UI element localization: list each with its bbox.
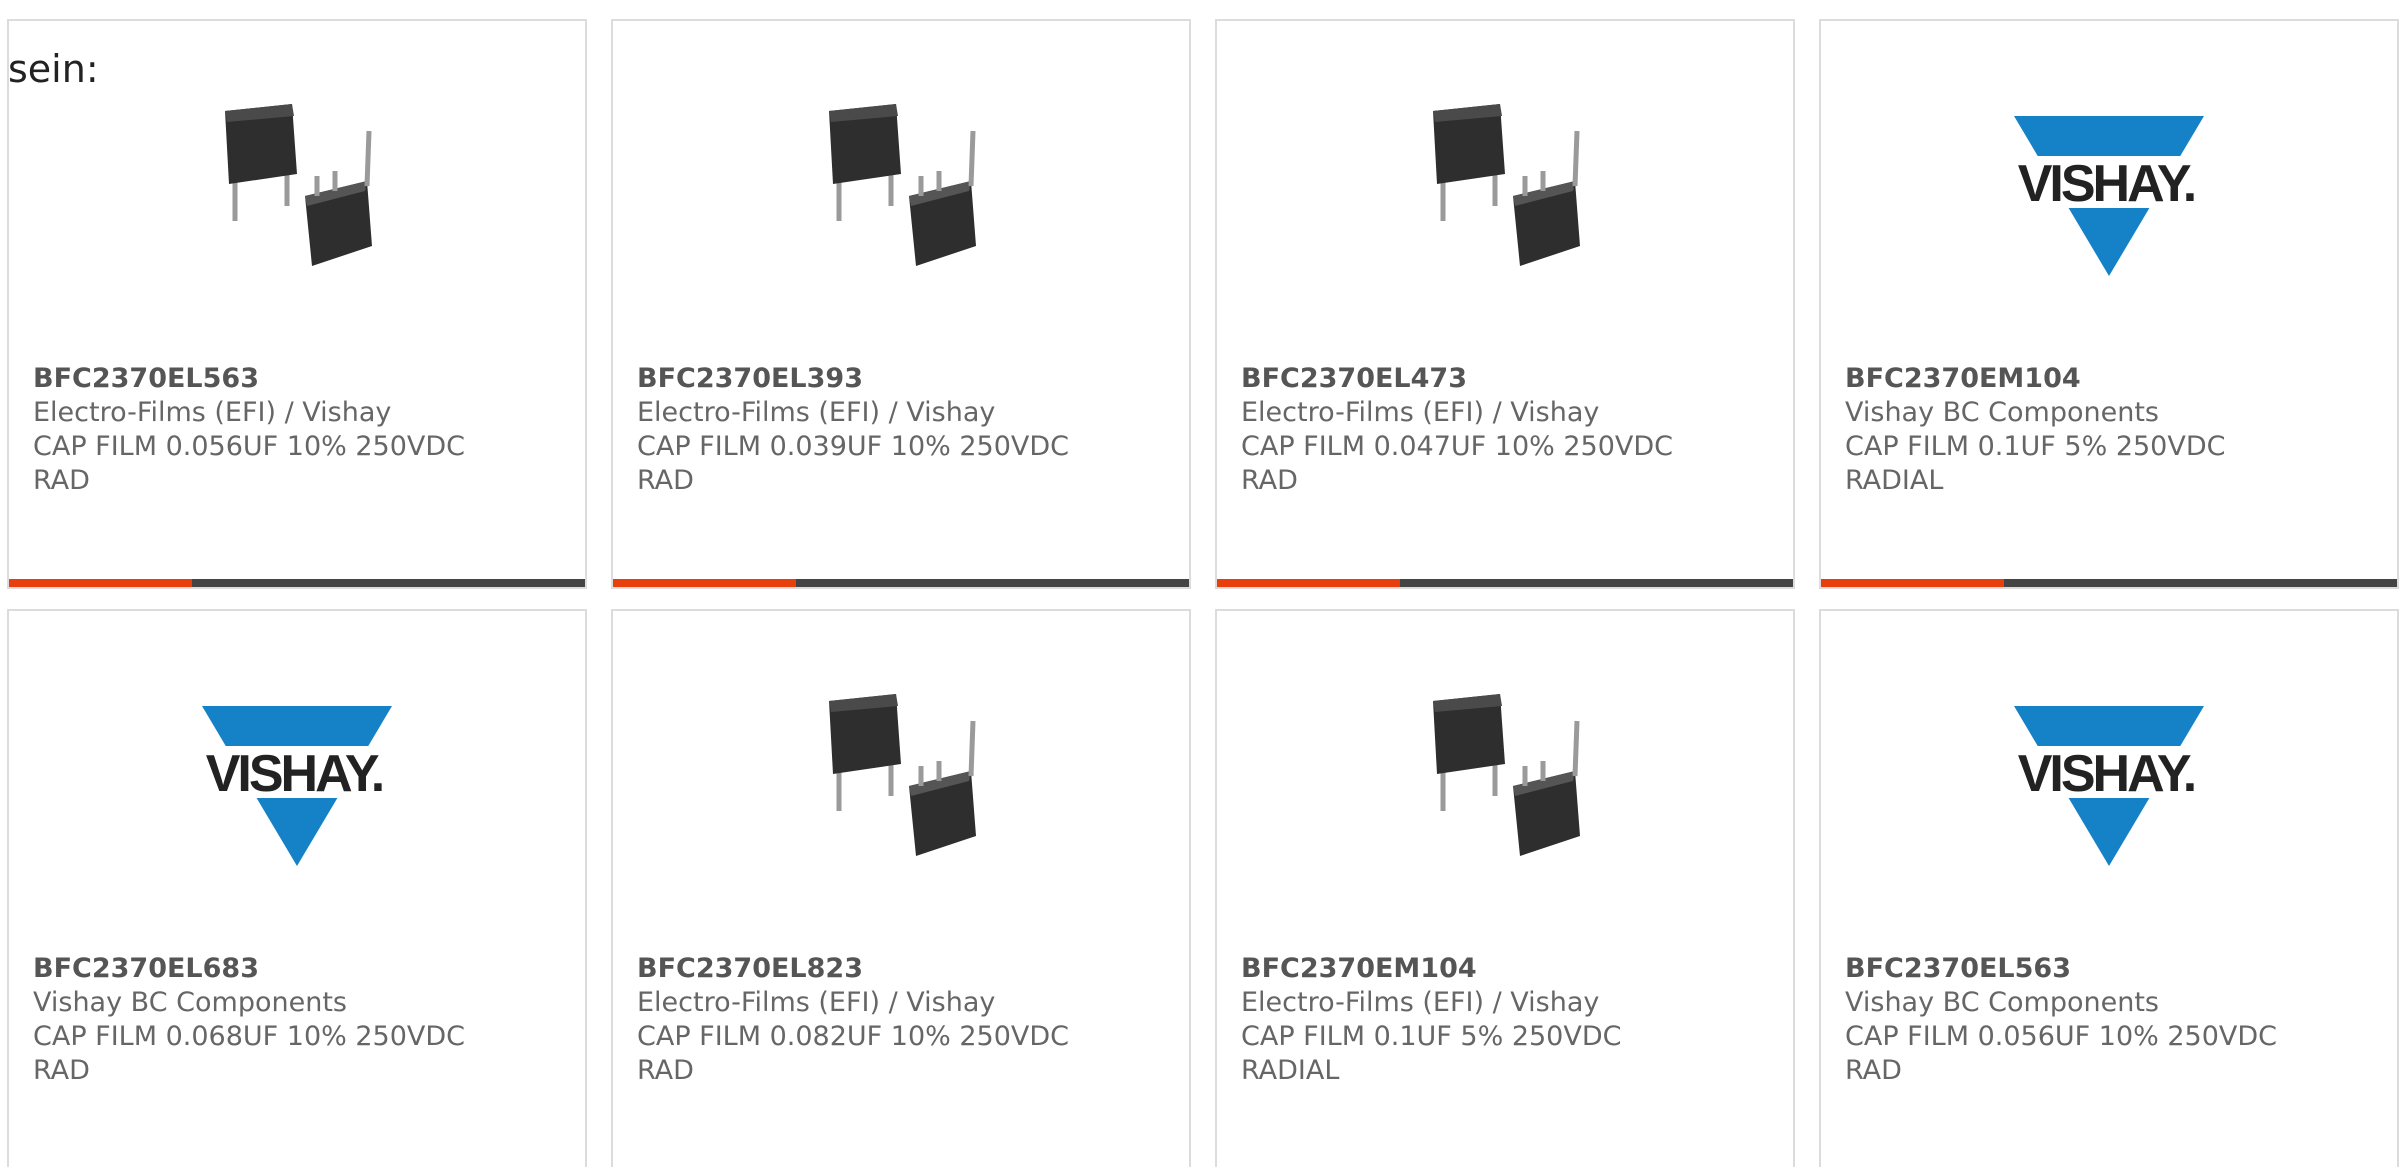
manufacturer: Electro-Films (EFI) / Vishay bbox=[637, 397, 996, 428]
description: CAP FILM 0.1UF 5% 250VDC bbox=[1241, 1021, 1622, 1052]
card-accent-bar bbox=[1217, 579, 1400, 587]
part-number[interactable]: BFC2370EL393 bbox=[637, 362, 1157, 396]
part-number[interactable]: BFC2370EL563 bbox=[1845, 952, 2365, 986]
description: CAP FILM 0.047UF 10% 250VDC bbox=[1241, 431, 1674, 462]
capacitor-image bbox=[796, 681, 1006, 891]
capacitor-image bbox=[1400, 91, 1610, 301]
card-accent-bar bbox=[613, 579, 796, 587]
manufacturer: Vishay BC Components bbox=[1845, 397, 2159, 428]
capacitor-image bbox=[1400, 681, 1610, 891]
package: RAD bbox=[1845, 1055, 1902, 1086]
vishay-logo-text: VISHAY. bbox=[2018, 155, 2195, 213]
package: RAD bbox=[33, 465, 90, 496]
product-info: BFC2370EL823 Electro-Films (EFI) / Visha… bbox=[637, 952, 1157, 1088]
card-bottom-bar bbox=[1217, 579, 1793, 587]
product-info: BFC2370EL683 Vishay BC Components CAP FI… bbox=[33, 952, 553, 1088]
product-card[interactable]: BFC2370EL563 Electro-Films (EFI) / Visha… bbox=[7, 19, 587, 589]
product-info: BFC2370EL563 Vishay BC Components CAP FI… bbox=[1845, 952, 2365, 1088]
part-number[interactable]: BFC2370EL683 bbox=[33, 952, 553, 986]
package: RADIAL bbox=[1845, 465, 1944, 496]
product-card[interactable]: VISHAY. BFC2370EL563 Vishay BC Component… bbox=[1819, 609, 2399, 1167]
product-info: BFC2370EL393 Electro-Films (EFI) / Visha… bbox=[637, 362, 1157, 498]
card-accent-bar bbox=[9, 579, 192, 587]
card-accent-bar bbox=[1821, 579, 2004, 587]
capacitor-image bbox=[192, 91, 402, 301]
description: CAP FILM 0.056UF 10% 250VDC bbox=[33, 431, 466, 462]
capacitor-image bbox=[796, 91, 1006, 301]
description: CAP FILM 0.068UF 10% 250VDC bbox=[33, 1021, 466, 1052]
manufacturer: Electro-Films (EFI) / Vishay bbox=[1241, 397, 1600, 428]
card-bottom-bar bbox=[9, 579, 585, 587]
product-card[interactable]: BFC2370EL473 Electro-Films (EFI) / Visha… bbox=[1215, 19, 1795, 589]
part-number[interactable]: BFC2370EL563 bbox=[33, 362, 553, 396]
manufacturer: Vishay BC Components bbox=[1845, 987, 2159, 1018]
description: CAP FILM 0.1UF 5% 250VDC bbox=[1845, 431, 2226, 462]
product-card[interactable]: BFC2370EM104 Electro-Films (EFI) / Visha… bbox=[1215, 609, 1795, 1167]
part-number[interactable]: BFC2370EM104 bbox=[1241, 952, 1761, 986]
product-info: BFC2370EM104 Vishay BC Components CAP FI… bbox=[1845, 362, 2365, 498]
package: RAD bbox=[637, 465, 694, 496]
vishay-logo: VISHAY. bbox=[2004, 681, 2214, 891]
part-number[interactable]: BFC2370EL473 bbox=[1241, 362, 1761, 396]
card-bottom-bar bbox=[613, 579, 1189, 587]
package: RADIAL bbox=[1241, 1055, 1340, 1086]
package: RAD bbox=[637, 1055, 694, 1086]
product-grid-page: sein: BFC2370EL563 Electro-Films (EFI) /… bbox=[0, 0, 2400, 1167]
product-info: BFC2370EM104 Electro-Films (EFI) / Visha… bbox=[1241, 952, 1761, 1088]
package: RAD bbox=[33, 1055, 90, 1086]
intro-text: sein: bbox=[8, 47, 99, 91]
manufacturer: Electro-Films (EFI) / Vishay bbox=[1241, 987, 1600, 1018]
product-card[interactable]: VISHAY. BFC2370EL683 Vishay BC Component… bbox=[7, 609, 587, 1167]
part-number[interactable]: BFC2370EM104 bbox=[1845, 362, 2365, 396]
vishay-logo: VISHAY. bbox=[2004, 91, 2214, 301]
vishay-logo: VISHAY. bbox=[192, 681, 402, 891]
description: CAP FILM 0.082UF 10% 250VDC bbox=[637, 1021, 1070, 1052]
card-bottom-bar bbox=[1821, 579, 2397, 587]
product-card[interactable]: BFC2370EL393 Electro-Films (EFI) / Visha… bbox=[611, 19, 1191, 589]
product-info: BFC2370EL473 Electro-Films (EFI) / Visha… bbox=[1241, 362, 1761, 498]
vishay-logo-text: VISHAY. bbox=[206, 745, 383, 803]
manufacturer: Electro-Films (EFI) / Vishay bbox=[33, 397, 392, 428]
manufacturer: Vishay BC Components bbox=[33, 987, 347, 1018]
vishay-logo-text: VISHAY. bbox=[2018, 745, 2195, 803]
description: CAP FILM 0.039UF 10% 250VDC bbox=[637, 431, 1070, 462]
manufacturer: Electro-Films (EFI) / Vishay bbox=[637, 987, 996, 1018]
product-info: BFC2370EL563 Electro-Films (EFI) / Visha… bbox=[33, 362, 553, 498]
product-card[interactable]: VISHAY. BFC2370EM104 Vishay BC Component… bbox=[1819, 19, 2399, 589]
product-card[interactable]: BFC2370EL823 Electro-Films (EFI) / Visha… bbox=[611, 609, 1191, 1167]
description: CAP FILM 0.056UF 10% 250VDC bbox=[1845, 1021, 2278, 1052]
product-grid: BFC2370EL563 Electro-Films (EFI) / Visha… bbox=[7, 19, 2399, 1167]
package: RAD bbox=[1241, 465, 1298, 496]
part-number[interactable]: BFC2370EL823 bbox=[637, 952, 1157, 986]
